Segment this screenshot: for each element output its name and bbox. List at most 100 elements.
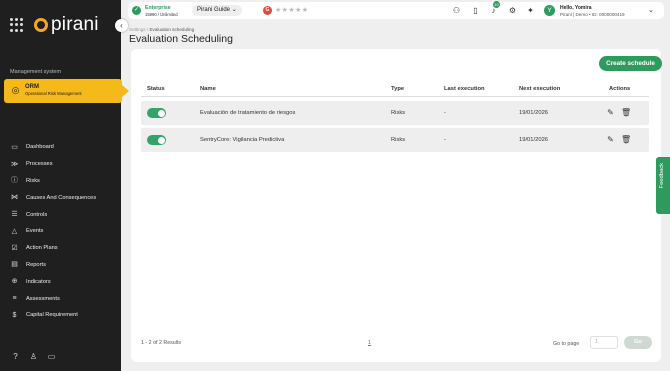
processes-icon: ≫ xyxy=(10,160,19,168)
edit-pencil-icon[interactable]: ✎ xyxy=(606,135,615,144)
column-next-execution: Next execution xyxy=(519,86,561,92)
column-last-execution: Last execution xyxy=(444,86,485,92)
brand-name: pirani xyxy=(51,14,99,35)
document-icon[interactable]: ▯ xyxy=(471,6,480,15)
feedback-tab[interactable]: Feedback xyxy=(656,157,670,214)
delete-trash-icon[interactable]: 🗑 xyxy=(621,108,631,117)
sparkle-ai-icon[interactable]: ✦ xyxy=(526,6,535,15)
avatar[interactable]: Y xyxy=(544,5,555,16)
sidebar-item-assessments[interactable]: ≡ Assessments xyxy=(10,290,120,307)
row-next-execution: 19/01/2026 xyxy=(519,110,549,116)
sidebar-item-indicators[interactable]: ⊕ Indicators xyxy=(10,273,120,290)
column-name: Name xyxy=(200,86,216,92)
warning-triangle-icon: △ xyxy=(11,227,18,235)
user-greeting: Hello, Yomira xyxy=(560,5,592,11)
row-type: Risks xyxy=(391,137,406,143)
sidebar-item-causes[interactable]: ⋈ Causes And Consequences xyxy=(10,189,120,206)
add-user-icon[interactable]: ⚇ xyxy=(452,6,461,15)
collapse-sidebar-button[interactable]: ‹ xyxy=(115,19,128,32)
feedback-label: Feedback xyxy=(659,163,665,189)
delete-trash-icon[interactable]: 🗑 xyxy=(621,135,631,144)
sidebar-item-controls[interactable]: ☰ Controls xyxy=(10,206,120,223)
sidebar-item-label: Processes xyxy=(26,161,53,168)
sliders-icon: ☰ xyxy=(11,211,18,219)
status-toggle[interactable] xyxy=(147,108,166,118)
pagination-page-1[interactable]: 1 xyxy=(368,340,371,346)
column-type: Type xyxy=(391,86,405,92)
sidebar-item-label: Action Plans xyxy=(26,245,58,252)
gear-icon[interactable]: ⚙ xyxy=(508,6,517,15)
sidebar-item-label: Causes And Consequences xyxy=(26,194,97,201)
edit-pencil-icon[interactable]: ✎ xyxy=(606,108,615,117)
user-profile-icon[interactable]: ♙ xyxy=(29,352,38,361)
sidebar-item-label: Controls xyxy=(26,211,48,218)
guide-label: Pirani Guide xyxy=(197,7,231,13)
user-account-info: Pirani | Demo • ID: 0000000419 xyxy=(560,11,625,17)
column-status: Status xyxy=(147,86,165,92)
orm-target-icon: ◎ xyxy=(11,85,20,95)
column-actions: Actions xyxy=(609,86,631,92)
sidebar-item-risks[interactable]: ⓘ Risks xyxy=(10,173,120,190)
results-count: 1 - 2 of 2 Results xyxy=(141,340,182,346)
table-row: Evaluación de tratamiento de riesgos Ris… xyxy=(141,101,649,125)
sidebar-item-label: Events xyxy=(26,228,44,235)
breadcrumb: Settings / Evaluation scheduling xyxy=(129,27,194,32)
table-header: Status Name Type Last execution Next exe… xyxy=(141,82,649,97)
assessment-icon: ≡ xyxy=(12,295,17,303)
module-subtitle: Operational Risk Management xyxy=(25,91,82,96)
pirani-guide-dropdown[interactable]: Pirani Guide ⌄ xyxy=(192,5,242,16)
table-row: SentryCore: Vigilancia Predictiva Risks … xyxy=(141,128,649,152)
row-next-execution: 19/01/2026 xyxy=(519,137,549,143)
plan-check-icon: ✓ xyxy=(132,6,141,15)
sidebar-item-label: Dashboard xyxy=(26,144,54,151)
sidebar-item-action-plans[interactable]: ☑ Action Plans xyxy=(10,240,120,257)
row-name: SentryCore: Vigilancia Predictiva xyxy=(200,137,285,143)
help-icon[interactable]: ? xyxy=(11,352,20,361)
row-last-execution: - xyxy=(444,110,446,116)
logo-row: pirani xyxy=(10,14,99,36)
report-icon: ▤ xyxy=(11,261,18,269)
rating-stars: ★★★★★ xyxy=(275,7,309,14)
sidebar-item-processes[interactable]: ≫ Processes xyxy=(10,156,120,173)
goto-page-label: Go to page xyxy=(553,341,580,347)
checklist-icon: ☑ xyxy=(11,244,18,252)
sidebar-item-events[interactable]: △ Events xyxy=(10,223,120,240)
bowtie-icon: ⋈ xyxy=(11,194,18,202)
top-header: ✓ Enterprise 15990 / Unlimited Pirani Gu… xyxy=(128,1,664,19)
schedule-card: Create schedule Status Name Type Last ex… xyxy=(131,49,662,362)
go-button[interactable]: Go xyxy=(624,336,652,349)
target-icon: ⊕ xyxy=(11,278,18,286)
sidebar-item-dashboard[interactable]: ▭ Dashboard xyxy=(10,139,120,156)
sidebar-item-reports[interactable]: ▤ Reports xyxy=(10,257,120,274)
sidebar-item-label: Capital Requirement xyxy=(26,312,78,319)
brand-logo-icon xyxy=(34,18,48,32)
sidebar-item-label: Indicators xyxy=(26,278,51,285)
module-orm[interactable]: ◎ ORM Operational Risk Management xyxy=(4,79,129,103)
breadcrumb-root[interactable]: Settings xyxy=(129,27,146,32)
sidebar-item-label: Risks xyxy=(26,177,40,184)
status-toggle[interactable] xyxy=(147,135,166,145)
user-menu-chevron-icon[interactable]: ⌄ xyxy=(648,6,654,14)
chevron-down-icon: ⌄ xyxy=(231,7,237,13)
notification-count-badge: 10 xyxy=(493,1,500,8)
sidebar: pirani Management system ◎ ORM Operation… xyxy=(0,0,129,371)
create-schedule-button[interactable]: Create schedule xyxy=(599,56,662,71)
section-label: Management system xyxy=(10,69,62,75)
coin-icon: $ xyxy=(12,311,17,319)
sidebar-item-label: Assessments xyxy=(26,295,60,302)
module-title: ORM xyxy=(25,84,39,90)
app-grid-icon[interactable] xyxy=(10,18,24,32)
row-type: Risks xyxy=(391,110,406,116)
sidebar-item-capital-requirement[interactable]: $ Capital Requirement xyxy=(10,307,120,324)
g2-badge-icon: G xyxy=(263,6,272,15)
row-last-execution: - xyxy=(444,137,446,143)
row-name: Evaluación de tratamiento de riesgos xyxy=(200,110,296,116)
monitor-icon: ▭ xyxy=(11,143,18,151)
sidebar-nav: ▭ Dashboard ≫ Processes ⓘ Risks ⋈ Causes… xyxy=(10,139,120,324)
plan-usage: 15990 / Unlimited xyxy=(145,11,178,17)
rating-widget[interactable]: G ★★★★★ xyxy=(263,6,308,15)
sidebar-item-label: Reports xyxy=(26,261,46,268)
billing-card-icon[interactable]: ▭ xyxy=(47,352,56,361)
plan-title: Enterprise xyxy=(145,5,171,11)
goto-page-input[interactable]: 1 xyxy=(590,336,618,349)
